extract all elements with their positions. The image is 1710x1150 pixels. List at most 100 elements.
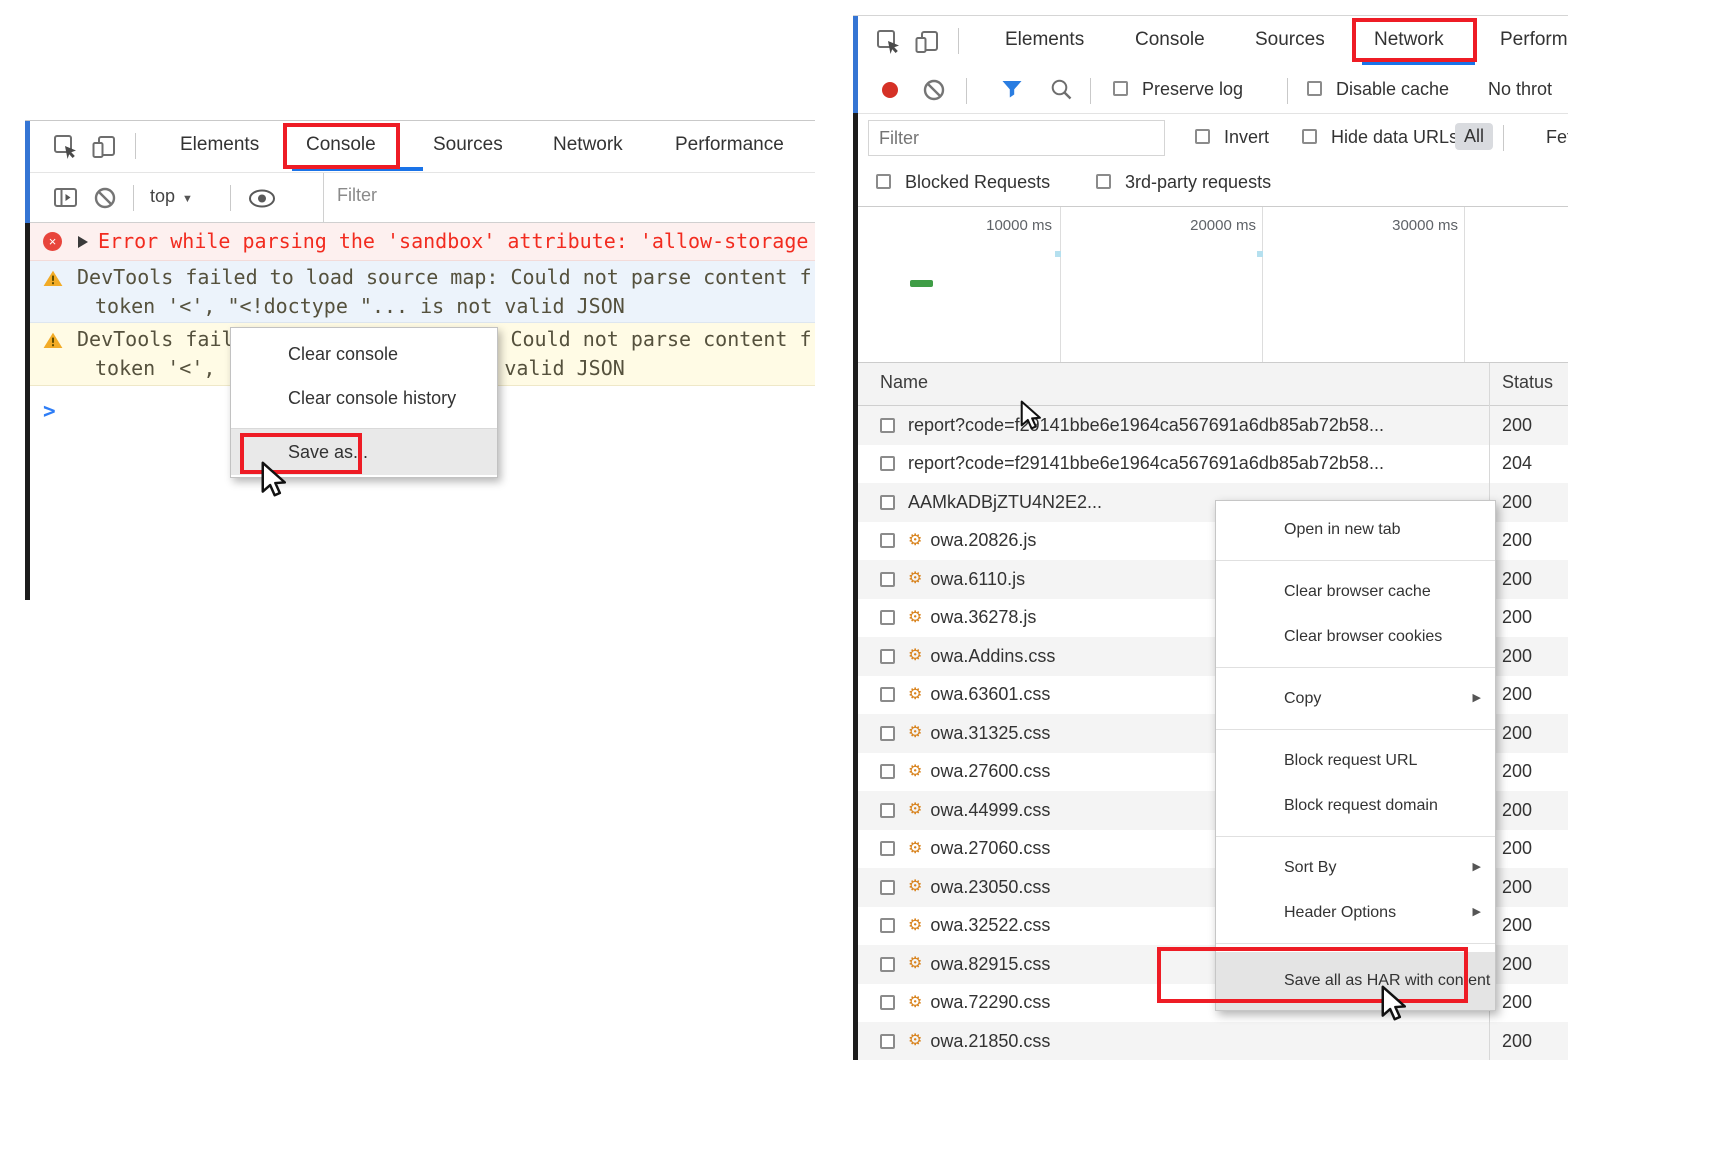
request-name: owa.27600.css (930, 761, 1050, 782)
device-toolbar-icon[interactable] (91, 134, 117, 165)
clear-requests-icon[interactable] (922, 78, 946, 107)
file-gear-icon: ⚙ (908, 571, 922, 587)
filter-zone-divider (323, 173, 324, 222)
row-checkbox[interactable] (880, 456, 895, 471)
toolbar-separator (1503, 125, 1504, 151)
context-selector-label: top (150, 186, 175, 206)
network-request-row[interactable]: ⚙owa.21850.css200 (858, 1022, 1568, 1060)
toolbar-separator (1287, 78, 1288, 104)
device-toolbar-icon[interactable] (914, 29, 940, 60)
menu-item-clear-console-history[interactable]: Clear console history (231, 376, 497, 420)
toolbar-separator (958, 28, 959, 54)
network-filter-input[interactable] (868, 120, 1165, 156)
filter-type-fetch[interactable]: Fet (1546, 127, 1568, 148)
tab-elements[interactable]: Elements (1005, 29, 1084, 51)
inspect-element-icon[interactable] (53, 134, 79, 165)
menu-item-clear-browser-cache[interactable]: Clear browser cache (1216, 569, 1495, 614)
column-header-status[interactable]: Status (1502, 372, 1553, 393)
tab-performance[interactable]: Performance (675, 134, 784, 156)
console-prompt-chevron[interactable]: > (43, 399, 56, 423)
console-sidebar-icon[interactable] (53, 186, 79, 215)
column-header-name[interactable]: Name (880, 372, 928, 393)
menu-item-sort-by[interactable]: Sort By▶ (1216, 845, 1495, 890)
invert-checkbox[interactable] (1195, 129, 1210, 144)
timeline-tick-label: 30000 ms (1266, 217, 1458, 234)
live-expression-eye-icon[interactable] (248, 189, 276, 213)
file-gear-icon: ⚙ (908, 918, 922, 934)
row-checkbox[interactable] (880, 1034, 895, 1049)
menu-item-block-request-domain[interactable]: Block request domain (1216, 783, 1495, 828)
menu-item-clear-console[interactable]: Clear console (231, 332, 497, 376)
row-checkbox[interactable] (880, 610, 895, 625)
row-checkbox[interactable] (880, 880, 895, 895)
expand-arrow-icon[interactable] (78, 236, 88, 248)
row-checkbox[interactable] (880, 418, 895, 433)
timeline-marker (1257, 251, 1263, 257)
row-checkbox[interactable] (880, 957, 895, 972)
record-icon[interactable] (882, 82, 898, 98)
timeline-activity-bar (910, 280, 933, 287)
menu-item-label: Sort By (1284, 859, 1336, 876)
search-icon[interactable] (1050, 78, 1073, 106)
clear-console-icon[interactable] (93, 186, 117, 215)
tab-network[interactable]: Network (553, 134, 623, 156)
menu-item-clear-browser-cookies[interactable]: Clear browser cookies (1216, 614, 1495, 659)
menu-item-save-all-as-har-with-content[interactable]: Save all as HAR with content (1216, 952, 1495, 1010)
panel-edge (853, 113, 858, 1060)
row-checkbox[interactable] (880, 533, 895, 548)
tab-sources[interactable]: Sources (433, 134, 503, 156)
context-selector[interactable]: top ▼ (150, 186, 193, 207)
menu-separator (1216, 943, 1495, 944)
tab-console[interactable]: Console (1135, 29, 1205, 51)
menu-item-header-options[interactable]: Header Options▶ (1216, 890, 1495, 935)
file-gear-icon: ⚙ (908, 802, 922, 818)
network-request-row[interactable]: report?code=f29141bbe6e1964ca567691a6db8… (858, 406, 1568, 445)
network-overview-timeline[interactable]: 10000 ms 20000 ms 30000 ms (858, 206, 1568, 363)
row-checkbox[interactable] (880, 918, 895, 933)
filter-type-all[interactable]: All (1455, 123, 1493, 150)
third-party-checkbox[interactable] (1096, 174, 1111, 189)
console-warning-message[interactable]: DevTools failed to load source map: Coul… (30, 261, 815, 323)
console-error-message[interactable]: × Error while parsing the 'sandbox' attr… (30, 223, 815, 261)
network-request-row[interactable]: report?code=f29141bbe6e1964ca567691a6db8… (858, 445, 1568, 484)
row-checkbox[interactable] (880, 726, 895, 741)
tab-network[interactable]: Network (1374, 29, 1444, 51)
row-checkbox[interactable] (880, 649, 895, 664)
chevron-down-icon: ▼ (182, 193, 193, 205)
disable-cache-checkbox[interactable] (1307, 81, 1322, 96)
row-checkbox[interactable] (880, 803, 895, 818)
menu-item-open-in-new-tab[interactable]: Open in new tab (1216, 507, 1495, 552)
hide-data-urls-checkbox[interactable] (1302, 129, 1317, 144)
menu-item-label: Block request domain (1284, 797, 1438, 814)
file-gear-icon: ⚙ (908, 648, 922, 664)
menu-item-label: Header Options (1284, 904, 1396, 921)
tab-elements[interactable]: Elements (180, 134, 259, 156)
panel-edge-accent (25, 121, 30, 223)
row-checkbox[interactable] (880, 495, 895, 510)
row-checkbox[interactable] (880, 995, 895, 1010)
file-gear-icon: ⚙ (908, 687, 922, 703)
request-name-cell: report?code=f29141bbe6e1964ca567691a6db8… (858, 453, 1489, 474)
active-tab-underline (1362, 61, 1475, 65)
menu-item-label: Copy (1284, 690, 1321, 707)
throttling-select[interactable]: No throt (1488, 79, 1552, 100)
inspect-element-icon[interactable] (876, 29, 902, 60)
console-context-menu: Clear console Clear console history Save… (230, 327, 498, 478)
tab-sources[interactable]: Sources (1255, 29, 1325, 51)
blocked-requests-checkbox[interactable] (876, 174, 891, 189)
row-checkbox[interactable] (880, 572, 895, 587)
tab-console[interactable]: Console (306, 134, 376, 156)
menu-item-block-request-url[interactable]: Block request URL (1216, 738, 1495, 783)
row-checkbox[interactable] (880, 687, 895, 702)
row-checkbox[interactable] (880, 841, 895, 856)
network-filter-row: Invert Hide data URLs All Fet (858, 114, 1568, 162)
preserve-log-checkbox[interactable] (1113, 81, 1128, 96)
tab-performance[interactable]: Perform (1500, 29, 1568, 51)
devtools-tabbar: Elements Console Sources Network Perform (858, 16, 1568, 68)
menu-item-copy[interactable]: Copy▶ (1216, 676, 1495, 721)
file-gear-icon: ⚙ (908, 879, 922, 895)
filter-funnel-icon[interactable] (1001, 80, 1023, 104)
toolbar-separator (230, 185, 231, 211)
row-checkbox[interactable] (880, 764, 895, 779)
console-filter-input[interactable]: Filter (337, 185, 377, 206)
